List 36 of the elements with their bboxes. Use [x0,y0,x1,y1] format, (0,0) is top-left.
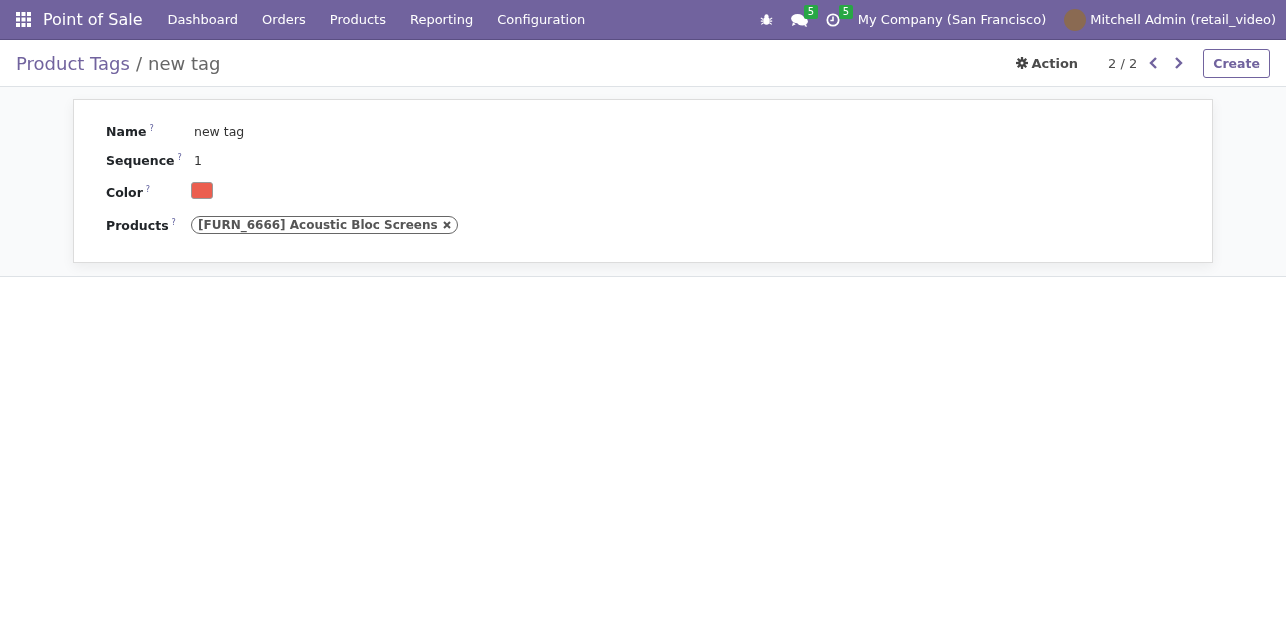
help-tooltip-mark[interactable]: ? [177,153,182,162]
bug-icon[interactable] [759,13,773,26]
app-title[interactable]: Point of Sale [43,10,143,29]
company-switcher[interactable]: My Company (San Francisco) [857,12,1047,27]
tag-label: [FURN_6666] Acoustic Bloc Screens [198,218,438,232]
clock-icon[interactable] [825,12,840,27]
field-label: Color [106,184,143,200]
chat-icon[interactable] [790,12,808,27]
action-button[interactable]: Action [1016,55,1079,71]
menu-item[interactable]: Dashboard [155,12,251,27]
next-icon[interactable] [1173,57,1184,69]
menu-item[interactable]: Configuration [485,12,598,27]
count-badge: 5 [803,4,819,19]
menu-item[interactable]: Orders [250,12,318,27]
breadcrumb-current: new tag [148,52,221,74]
menu-item[interactable]: Reporting [397,12,486,27]
breadcrumb-separator: / [135,52,142,74]
field-label: Name [106,124,147,139]
create-button[interactable]: Create [1203,48,1270,78]
field-label: Products [106,217,169,233]
help-tooltip-mark[interactable]: ? [171,217,176,227]
user-menu[interactable]: Mitchell Admin (retail_video) [1090,12,1276,27]
field-value[interactable]: new tag [191,124,245,139]
pager-value: 2 / 2 [1108,55,1138,71]
apps-grid-icon[interactable] [16,12,31,27]
gear-icon [1016,57,1029,69]
breadcrumb-link[interactable]: Product Tags [16,52,130,74]
help-tooltip-mark[interactable]: ? [145,184,151,194]
field-label: Sequence [106,153,175,168]
menu-item[interactable]: Products [317,12,398,27]
count-badge: 5 [838,4,854,19]
help-tooltip-mark[interactable]: ? [149,124,154,133]
previous-icon[interactable] [1149,57,1160,69]
remove-icon[interactable] [442,221,451,229]
field-value[interactable]: 1 [191,153,202,168]
color-swatch[interactable] [191,182,213,199]
